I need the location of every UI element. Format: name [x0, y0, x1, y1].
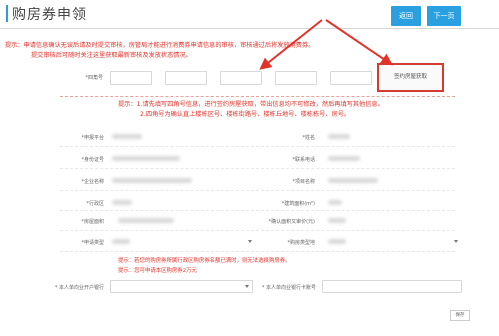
arrow-to-inputs: [259, 19, 323, 70]
arrow-to-lookup-button: [325, 19, 393, 66]
annotation-arrows: [259, 19, 393, 70]
